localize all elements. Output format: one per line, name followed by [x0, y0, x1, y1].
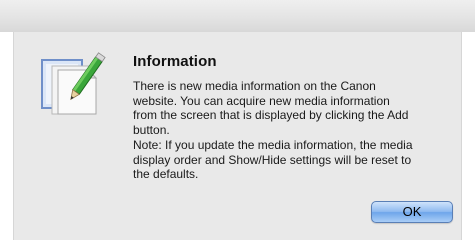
message-line: website. You can acquire new media infor…: [133, 93, 390, 108]
dialog-titlebar: [0, 0, 475, 32]
document-edit-icon: [38, 52, 112, 116]
information-dialog: Information There is new media informati…: [0, 0, 475, 240]
message-line: There is new media information on the Ca…: [133, 79, 376, 93]
dialog-title: Information: [133, 53, 217, 70]
message-line: display order and Show/Hide settings wil…: [133, 152, 412, 167]
message-line: button.: [133, 123, 170, 138]
message-line: the defaults.: [133, 167, 199, 182]
ok-button[interactable]: OK: [371, 201, 453, 223]
message-line: from the screen that is displayed by cli…: [133, 108, 409, 123]
message-line: Note: If you update the media informatio…: [133, 137, 413, 152]
dialog-message: There is new media information on the Ca…: [133, 79, 451, 182]
